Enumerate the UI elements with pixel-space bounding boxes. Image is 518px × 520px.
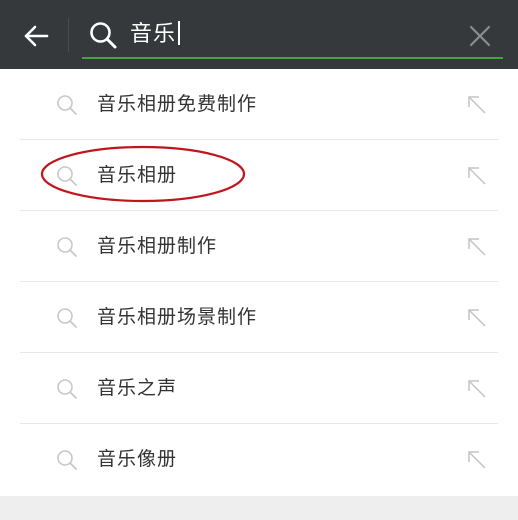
- highlight-ellipse: [40, 145, 246, 203]
- search-icon: [57, 308, 77, 328]
- back-button[interactable]: [14, 17, 58, 55]
- search-icon: [90, 22, 117, 49]
- suggestion-row[interactable]: 音乐相册场景制作: [0, 282, 518, 353]
- suggestion-label: 音乐相册制作: [97, 235, 218, 257]
- suggestion-row[interactable]: 音乐相册免费制作: [0, 69, 518, 140]
- search-icon: [57, 95, 77, 115]
- search-underline: [82, 57, 503, 59]
- text-caret: [178, 21, 181, 45]
- arrow-left-icon: [24, 25, 49, 47]
- arrow-up-left-icon[interactable]: [466, 165, 488, 187]
- search-query-text: 音乐: [130, 22, 177, 47]
- bottom-strip: [0, 496, 518, 520]
- arrow-up-left-icon[interactable]: [466, 94, 488, 116]
- arrow-up-left-icon[interactable]: [466, 378, 488, 400]
- search-field[interactable]: 音乐: [82, 8, 504, 60]
- top-bar: 音乐: [0, 0, 518, 69]
- arrow-up-left-icon[interactable]: [466, 449, 488, 471]
- toolbar-divider: [68, 18, 69, 52]
- suggestion-label: 音乐之声: [97, 377, 178, 399]
- search-icon: [57, 379, 77, 399]
- suggestion-row[interactable]: 音乐之声: [0, 353, 518, 424]
- suggestion-row[interactable]: 音乐像册: [0, 424, 518, 495]
- search-icon: [57, 450, 77, 470]
- clear-button[interactable]: [466, 22, 494, 50]
- arrow-up-left-icon[interactable]: [466, 236, 488, 258]
- close-icon: [469, 25, 491, 47]
- suggestion-label: 音乐相册免费制作: [97, 93, 258, 115]
- arrow-up-left-icon[interactable]: [466, 307, 488, 329]
- suggestion-list: 音乐相册免费制作 音乐相册 音乐相册制作 音乐相册场景制作 音乐之声 音乐像册: [0, 69, 518, 495]
- suggestion-row[interactable]: 音乐相册制作: [0, 211, 518, 282]
- suggestion-label: 音乐相册场景制作: [97, 306, 258, 328]
- search-input[interactable]: 音乐: [130, 21, 181, 49]
- search-icon: [57, 237, 77, 257]
- suggestion-label: 音乐像册: [97, 448, 178, 470]
